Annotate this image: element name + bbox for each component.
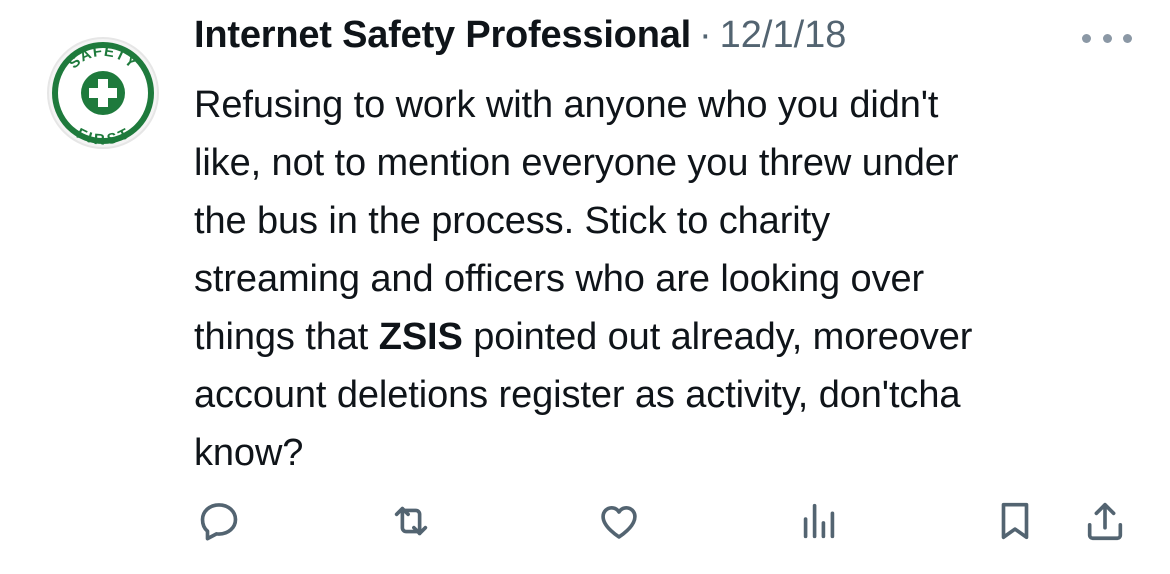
like-icon xyxy=(601,505,637,539)
bookmark-icon xyxy=(1001,502,1029,540)
tweet[interactable]: SAFETY FIRST Internet Safety Professiona… xyxy=(0,0,1170,574)
author-display-name[interactable]: Internet Safety Professional xyxy=(194,14,691,57)
views-button[interactable] xyxy=(794,496,844,546)
tweet-text-line: the bus in the process. Stick to charity xyxy=(194,200,830,242)
tweet-timestamp[interactable]: 12/1/18 xyxy=(720,14,847,57)
text-segment: things that xyxy=(194,316,379,358)
tweet-text-line: know? xyxy=(194,432,304,474)
action-bar xyxy=(0,496,1170,556)
tweet-text-line: like, not to mention everyone you threw … xyxy=(194,142,959,184)
text-segment: pointed out already, moreover xyxy=(462,316,973,358)
dot xyxy=(1123,33,1132,43)
tweet-text-line: streaming and officers who are looking o… xyxy=(194,258,925,300)
separator-dot: · xyxy=(699,14,712,56)
tweet-text: Refusing to work with anyone who you did… xyxy=(194,76,1154,482)
tweet-text-line: Refusing to work with anyone who you did… xyxy=(194,84,939,126)
reply-icon xyxy=(200,503,238,541)
avatar[interactable]: SAFETY FIRST xyxy=(38,36,168,150)
like-button[interactable] xyxy=(594,496,644,546)
bookmark-button[interactable] xyxy=(990,496,1040,546)
retweet-icon xyxy=(394,506,428,536)
dot xyxy=(1102,33,1112,43)
views-icon xyxy=(803,503,835,539)
share-icon xyxy=(1087,502,1123,541)
more-options-icon[interactable] xyxy=(1082,30,1132,46)
tweet-text-line: account deletions register as activity, … xyxy=(194,374,961,416)
dot xyxy=(1082,33,1091,43)
tweet-header: Internet Safety Professional · 12/1/18 xyxy=(194,14,846,66)
bold-mention: ZSIS xyxy=(378,316,463,358)
share-button[interactable] xyxy=(1080,496,1130,546)
reply-button[interactable] xyxy=(194,496,244,546)
tweet-text-line: things that ZSIS pointed out already, mo… xyxy=(194,308,1154,366)
retweet-button[interactable] xyxy=(386,496,436,546)
